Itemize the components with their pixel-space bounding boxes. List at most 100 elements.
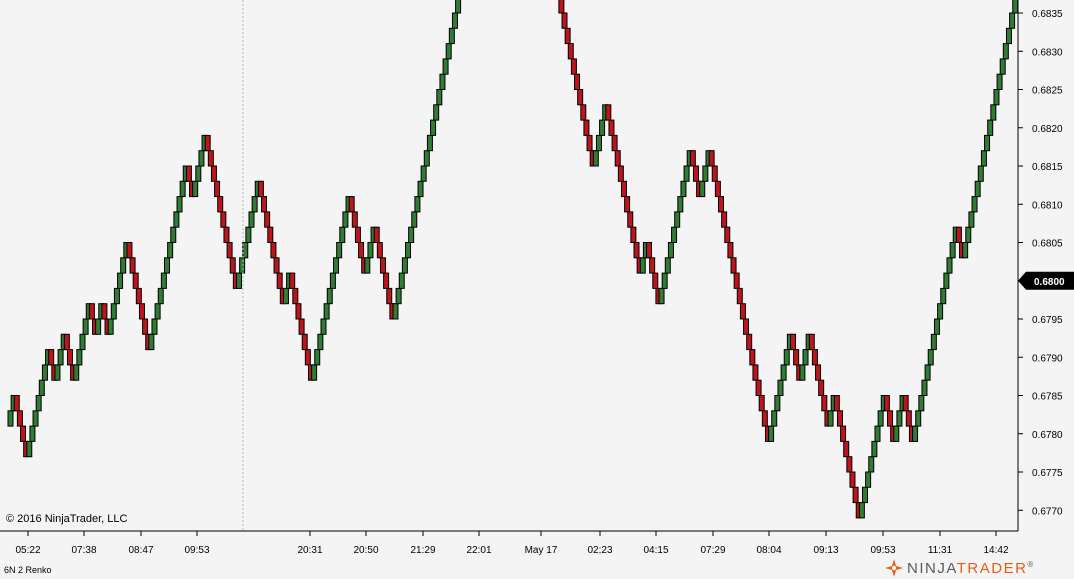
up-brick [251,196,258,213]
down-brick [793,349,800,366]
down-brick [718,196,725,213]
down-brick [264,211,271,228]
x-tick-label: 22:01 [466,545,491,556]
down-brick [558,0,565,14]
down-brick [733,272,740,289]
y-tick-label: 0.6835 [1032,9,1063,20]
down-brick [721,211,728,228]
down-brick [836,410,843,427]
up-brick [442,58,449,75]
up-brick [32,410,39,427]
down-brick [736,287,743,305]
up-brick [439,73,446,90]
up-brick [674,211,681,228]
up-brick [865,471,872,488]
up-brick [980,150,987,167]
up-brick [868,456,875,473]
x-tick-label: 20:50 [353,545,378,556]
x-tick-label: 09:13 [813,545,838,556]
up-brick [235,272,242,289]
up-brick [54,364,61,381]
down-brick [257,180,264,198]
up-brick [179,180,186,198]
down-brick [708,150,715,167]
up-brick [771,410,778,427]
up-brick [314,349,321,366]
y-tick-label: 0.6795 [1032,315,1063,326]
down-brick [358,242,365,259]
down-brick [833,395,840,412]
x-tick-label: 07:38 [71,545,96,556]
up-brick [342,211,349,228]
y-tick-label: 0.6820 [1032,124,1063,135]
renko-chart[interactable]: 0.6835 0.6830 0.6825 0.6820 0.6815 0.6810 0.68… [0,0,1074,579]
down-brick [354,226,361,243]
down-brick [126,242,133,259]
up-brick [38,379,45,397]
down-brick [101,303,108,320]
down-brick [586,134,593,152]
up-brick [946,257,953,274]
up-brick [1005,27,1012,45]
up-brick [927,349,934,366]
up-brick [151,318,158,335]
down-brick [730,257,737,274]
down-brick [902,395,909,412]
up-brick [364,257,371,274]
up-brick [702,165,709,182]
up-brick [658,287,665,305]
down-brick [66,349,73,366]
up-brick [160,272,167,289]
x-tick-label: 20:31 [297,545,322,556]
up-brick [398,272,405,289]
renko-bricks [7,0,1019,519]
down-brick [301,333,308,351]
down-brick [204,134,211,152]
copyright-text: © 2016 NinjaTrader, LLC [6,513,128,525]
up-brick [320,318,327,335]
down-brick [270,242,277,259]
up-brick [405,242,412,259]
down-brick [689,150,696,167]
up-brick [984,134,991,152]
down-brick [217,196,224,213]
up-brick [996,73,1003,90]
up-brick [448,27,455,45]
down-brick [727,242,734,259]
up-brick [455,0,462,14]
up-brick [877,410,884,427]
x-tick-label: 09:53 [870,545,895,556]
up-brick [57,349,64,366]
x-tick-label: 04:15 [643,545,668,556]
up-brick [282,287,289,305]
up-brick [79,333,86,351]
up-brick [7,410,14,427]
down-brick [223,226,230,243]
up-brick [113,287,120,305]
up-brick [915,410,922,427]
y-tick-label: 0.6780 [1032,430,1063,441]
down-brick [743,318,750,335]
last-price-label: 0.6800 [1034,277,1065,288]
up-brick [661,272,668,289]
down-brick [292,287,299,305]
down-brick [373,226,380,243]
down-brick [808,333,815,351]
down-brick [348,196,355,213]
up-brick [329,272,336,289]
down-brick [755,379,762,397]
ninja-star-icon [885,559,903,577]
up-brick [411,211,418,228]
down-brick [561,12,568,29]
down-brick [16,410,23,427]
down-brick [846,456,853,473]
down-brick [711,165,718,182]
up-brick [420,165,427,182]
up-brick [173,211,180,228]
down-brick [811,349,818,366]
down-brick [376,242,383,259]
down-brick [818,379,825,397]
down-brick [630,226,637,243]
up-brick [680,180,687,198]
down-brick [724,226,731,243]
